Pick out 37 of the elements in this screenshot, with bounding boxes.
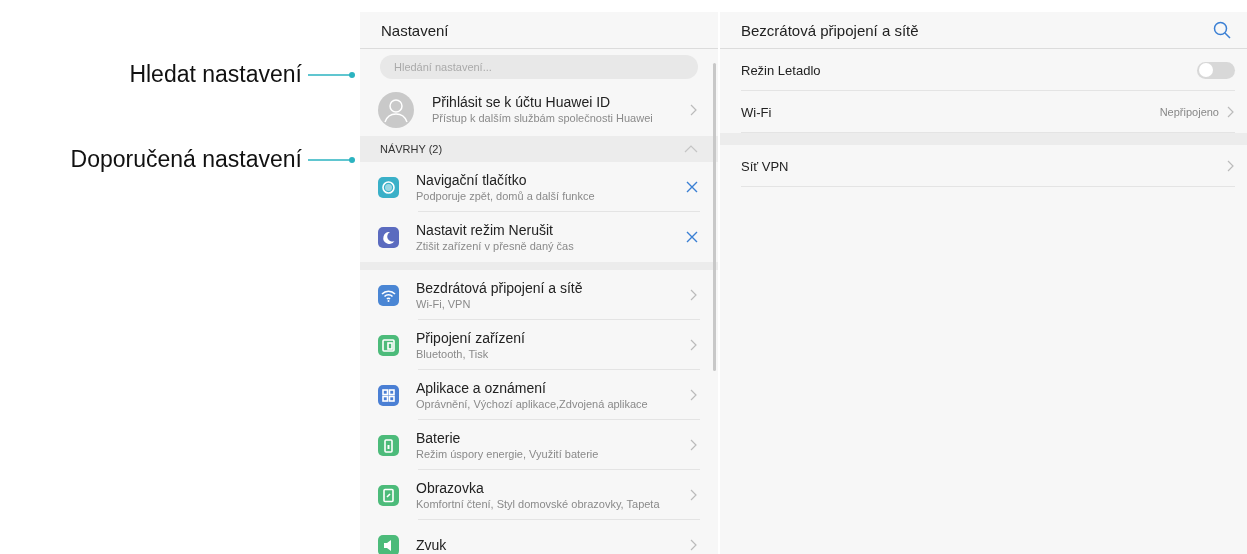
close-icon[interactable]	[686, 181, 698, 193]
status-value: Nepřipojeno	[1159, 106, 1219, 118]
chevron-right-icon	[1227, 106, 1235, 118]
settings-category[interactable]: Bezdrátová připojení a sítě Wi-Fi, VPN	[360, 270, 718, 320]
close-icon[interactable]	[686, 231, 698, 243]
search-icon[interactable]	[1213, 21, 1231, 39]
chevron-up-icon	[684, 145, 698, 153]
suggestion-item[interactable]: Nastavit režim Nerušit Ztišit zařízení v přesně daný čas	[360, 212, 718, 262]
chevron-right-icon	[690, 289, 698, 301]
leader-line	[308, 70, 356, 79]
chevron-right-icon	[690, 489, 698, 501]
settings-category[interactable]: Obrazovka Komfortní čtení, Styl domovské obrazovky, Tapeta	[360, 470, 718, 520]
panel-title: Nastavení	[381, 21, 449, 39]
search-field[interactable]: Hledání nastavení...	[380, 55, 698, 79]
panel-title: Bezcrátová připojení a sítě	[741, 21, 919, 39]
account-subtitle: Přístup k dalším službám společnosti Huawei	[432, 111, 654, 126]
settings-row[interactable]: Síť VPN	[720, 145, 1247, 187]
settings-category[interactable]: Zvuk	[360, 520, 718, 554]
toggle-switch[interactable]	[1197, 61, 1235, 79]
suggestion-item[interactable]: Navigační tlačítko Podporuje zpět, domů a další funkce	[360, 162, 718, 212]
chevron-right-icon	[1227, 160, 1235, 172]
chevron-right-icon	[690, 389, 698, 401]
annotation-label: Hledat nastavení	[129, 61, 302, 88]
settings-row[interactable]: Režin Letadlo	[720, 49, 1247, 91]
leader-line	[308, 155, 356, 164]
settings-category[interactable]: Baterie Režim úspory energie, Využití baterie	[360, 420, 718, 470]
settings-category[interactable]: Připojení zařízení Bluetooth, Tisk	[360, 320, 718, 370]
chevron-right-icon	[690, 103, 698, 116]
chevron-right-icon	[690, 539, 698, 551]
chevron-right-icon	[690, 439, 698, 451]
avatar-icon	[378, 91, 414, 128]
account-title[interactable]: Přihlásit se k účtu Huawei ID	[432, 93, 690, 111]
chevron-right-icon	[690, 339, 698, 351]
annotation-label: Doporučená nastavení	[70, 146, 302, 173]
settings-category[interactable]: Aplikace a oznámení Oprávnění, Výchozí aplikace,Zdvojená aplikace	[360, 370, 718, 420]
suggestions-header[interactable]: NÁVRHY (2)	[360, 136, 718, 162]
scrollbar[interactable]	[713, 63, 716, 371]
